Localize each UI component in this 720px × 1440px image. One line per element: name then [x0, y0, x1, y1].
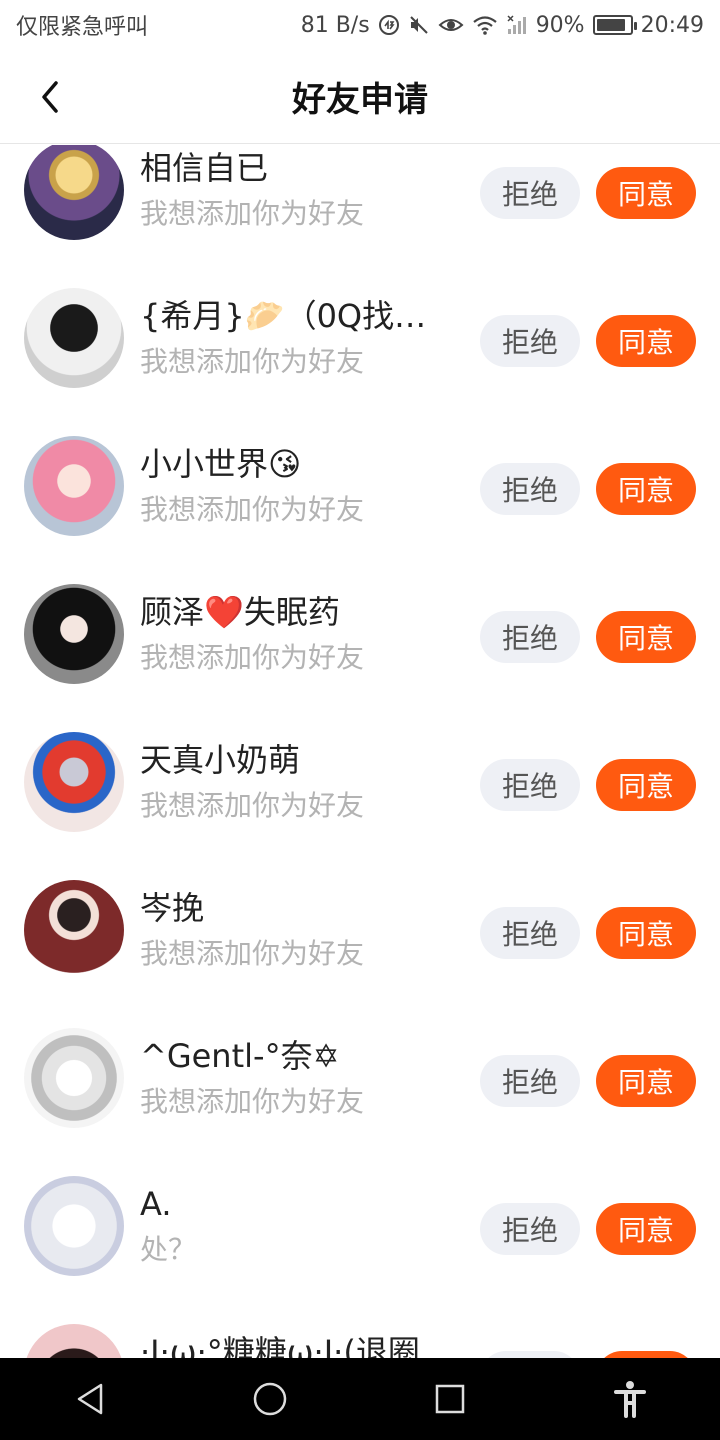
- eye-comfort-icon: [438, 14, 464, 36]
- requester-name: 相信自已: [140, 149, 269, 187]
- data-saver-icon: [378, 14, 400, 36]
- header-bar: 好友申请: [0, 50, 720, 144]
- reject-button[interactable]: 拒绝: [480, 1203, 580, 1255]
- avatar[interactable]: [24, 145, 124, 240]
- avatar[interactable]: [24, 288, 124, 388]
- friend-request-item[interactable]: 相信自已我想添加你为好友 拒绝 同意: [0, 145, 720, 244]
- avatar[interactable]: [24, 1176, 124, 1276]
- accept-button[interactable]: 同意: [596, 463, 696, 515]
- request-message: 我想添加你为好友: [140, 641, 365, 674]
- requester-name: 小小世界😘: [140, 445, 302, 483]
- friend-request-item[interactable]: {希月}🥟（0Q找对象我想添加你为好友 拒绝 同意: [0, 244, 720, 392]
- requester-name: {希月}🥟（0Q找对象: [140, 297, 455, 335]
- request-message: 我想添加你为好友: [140, 937, 365, 970]
- avatar[interactable]: [24, 732, 124, 832]
- reject-button[interactable]: 拒绝: [480, 167, 580, 219]
- requester-name: ·I·ω·°糖糖ω·I·(退圈: [140, 1333, 420, 1358]
- accept-button[interactable]: 同意: [596, 1203, 696, 1255]
- home-circle-icon[interactable]: [230, 1369, 310, 1429]
- battery-icon: [592, 15, 637, 35]
- page-title: 好友申请: [292, 80, 428, 120]
- avatar[interactable]: [24, 584, 124, 684]
- friend-request-item[interactable]: A. 处？ 拒绝 同意: [0, 1132, 720, 1280]
- battery-percent: 90%: [535, 12, 585, 38]
- friend-request-item[interactable]: 小小世界😘 我想添加你为好友 拒绝 同意: [0, 392, 720, 540]
- avatar[interactable]: [24, 436, 124, 536]
- back-button[interactable]: [24, 72, 74, 122]
- friend-request-item[interactable]: 天真小奶萌我想添加你为好友 拒绝 同意: [0, 688, 720, 836]
- request-message: 我想添加你为好友: [140, 345, 365, 378]
- clock: 20:49: [640, 12, 704, 38]
- avatar[interactable]: [24, 880, 124, 980]
- status-indicators: 81 B/s 90% 20:49: [301, 13, 704, 38]
- reject-button[interactable]: 拒绝: [480, 1055, 580, 1107]
- accept-button[interactable]: 同意: [596, 315, 696, 367]
- requester-name: A.: [140, 1185, 172, 1223]
- reject-button[interactable]: 拒绝: [480, 1351, 580, 1358]
- reject-button[interactable]: 拒绝: [480, 907, 580, 959]
- requester-name: 天真小奶萌: [140, 741, 301, 779]
- status-bar: 仅限紧急呼叫 81 B/s 90% 20:49: [0, 0, 720, 50]
- requester-name: ^Gentl-°奈✡: [140, 1037, 340, 1075]
- requester-name: 岑挽: [140, 889, 205, 927]
- reject-button[interactable]: 拒绝: [480, 611, 580, 663]
- request-message: 处？: [140, 1233, 197, 1266]
- reject-button[interactable]: 拒绝: [480, 759, 580, 811]
- avatar[interactable]: [24, 1324, 124, 1358]
- accept-button[interactable]: 同意: [596, 1351, 696, 1358]
- carrier-text: 仅限紧急呼叫: [16, 15, 149, 40]
- accept-button[interactable]: 同意: [596, 611, 696, 663]
- request-message: 我想添加你为好友: [140, 1085, 365, 1118]
- friend-request-item[interactable]: 岑挽我想添加你为好友 拒绝 同意: [0, 836, 720, 984]
- reject-button[interactable]: 拒绝: [480, 463, 580, 515]
- accept-button[interactable]: 同意: [596, 167, 696, 219]
- signal-icon: [506, 14, 528, 36]
- accept-button[interactable]: 同意: [596, 907, 696, 959]
- reject-button[interactable]: 拒绝: [480, 315, 580, 367]
- friend-request-list[interactable]: 相信自已 我想添加你为好友 拒绝 同意 {希月}🥟（0Q找对象 我想添加你为好友 拒绝 同意小…: [0, 145, 720, 1358]
- accessibility-icon[interactable]: [590, 1369, 670, 1429]
- chevron-left-icon: [42, 81, 58, 113]
- back-triangle-icon[interactable]: [50, 1369, 130, 1429]
- avatar[interactable]: [24, 1028, 124, 1128]
- accept-button[interactable]: 同意: [596, 759, 696, 811]
- friend-request-item[interactable]: 顾泽❤️失眠药我想添加你为好友 拒绝 同意: [0, 540, 720, 688]
- net-speed: 81 B/s: [300, 12, 370, 38]
- accept-button[interactable]: 同意: [596, 1055, 696, 1107]
- system-nav-bar: [0, 1358, 720, 1440]
- recents-square-icon[interactable]: [410, 1369, 490, 1429]
- requester-name: 顾泽❤️失眠药: [140, 593, 340, 631]
- mute-icon: [408, 14, 430, 36]
- request-message: 我想添加你为好友: [140, 789, 365, 822]
- friend-request-item[interactable]: ·I·ω·°糖糖ω·I·(退圈拒绝 同意: [0, 1280, 720, 1358]
- request-message: 我想添加你为好友: [140, 197, 365, 230]
- wifi-icon: [472, 14, 498, 36]
- request-message: 我想添加你为好友: [140, 493, 365, 526]
- friend-request-item[interactable]: ^Gentl-°奈✡ 我想添加你为好友 拒绝 同意: [0, 984, 720, 1132]
